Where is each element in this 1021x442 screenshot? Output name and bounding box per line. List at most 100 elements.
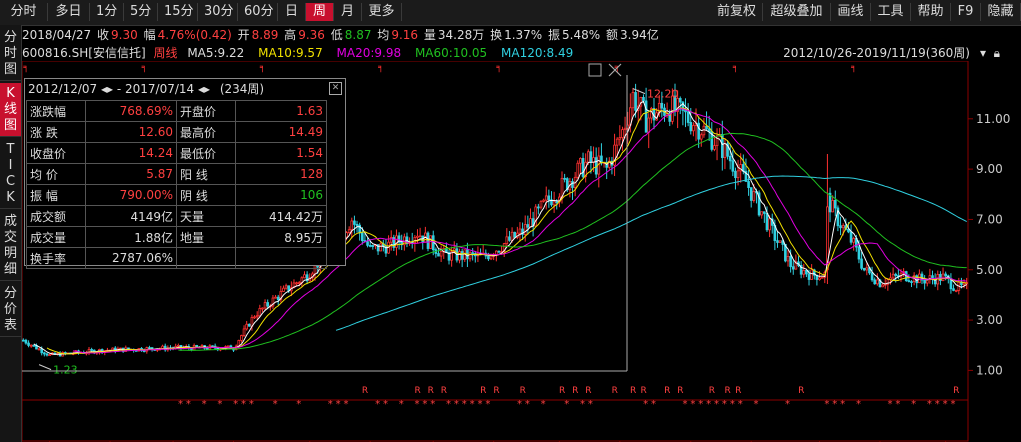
candle-body bbox=[684, 110, 687, 113]
stat-label: 最低价 bbox=[176, 142, 236, 164]
amp-value: 4.76%(0.42) bbox=[157, 28, 232, 42]
toolbar-right-btn-4[interactable]: 帮助 bbox=[911, 3, 951, 21]
period-label[interactable]: 周线 bbox=[153, 46, 177, 60]
toolbar-right-btn-2[interactable]: 画线 bbox=[831, 3, 871, 21]
signal-star: * bbox=[233, 399, 238, 410]
candle-body bbox=[24, 339, 28, 344]
candle-body bbox=[508, 236, 511, 241]
toolbar-btn-6[interactable]: 60分 bbox=[238, 3, 278, 21]
toolbar-btn-10[interactable]: 更多 bbox=[362, 3, 402, 21]
candle-body bbox=[589, 151, 593, 163]
toolbar-right-btn-1[interactable]: 超级叠加 bbox=[763, 3, 831, 21]
signal-r: R bbox=[428, 386, 434, 396]
candle-body bbox=[910, 281, 913, 283]
toolbar-right-btn-6[interactable]: 隐藏 bbox=[981, 3, 1021, 21]
side-tab-3[interactable]: 成交明细 bbox=[0, 211, 21, 281]
signal-r: R bbox=[572, 386, 578, 396]
stat-value: 1.88亿 bbox=[85, 226, 177, 248]
candle-body bbox=[529, 218, 532, 228]
candle-body bbox=[894, 273, 898, 276]
toolbar-btn-7[interactable]: 日 bbox=[278, 3, 306, 21]
candle-body bbox=[471, 252, 474, 255]
candle-body bbox=[523, 224, 527, 235]
ma-legend-line: 600816.SH[安信信托] 周线 MA5:9.22 MA10:9.57 MA… bbox=[22, 45, 1020, 61]
signal-star: * bbox=[249, 399, 254, 410]
date-range[interactable]: 2012/10/26-2019/11/19(360周) bbox=[783, 45, 970, 61]
candle-body bbox=[839, 225, 842, 229]
side-tab-0[interactable]: 分时图 bbox=[0, 27, 21, 81]
toolbar-btn-5[interactable]: 30分 bbox=[198, 3, 238, 21]
stats-range[interactable]: 2012/12/07 ◂▸ - 2017/07/14 ◂▸ bbox=[28, 82, 210, 96]
candle-body bbox=[526, 224, 530, 228]
signal-r: R bbox=[585, 386, 591, 396]
signal-star: * bbox=[485, 399, 490, 410]
toolbar-btn-3[interactable]: 5分 bbox=[124, 3, 158, 21]
candle-body bbox=[295, 282, 298, 285]
signal-star: * bbox=[895, 399, 900, 410]
candle-body bbox=[350, 220, 354, 231]
toolbar-btn-8[interactable]: 周 bbox=[306, 3, 334, 21]
candle-body bbox=[807, 273, 811, 280]
stat-value: 1.63 bbox=[235, 100, 327, 122]
signal-star: * bbox=[454, 399, 459, 410]
candle-body bbox=[29, 344, 33, 347]
top-marker: ╕ bbox=[732, 63, 738, 73]
candle-body bbox=[303, 274, 306, 279]
candle-body bbox=[537, 206, 540, 209]
candle-body bbox=[547, 195, 551, 201]
candle-body bbox=[615, 138, 619, 146]
signal-star: * bbox=[462, 399, 467, 410]
candle-body bbox=[713, 145, 716, 150]
toolbar-right-btn-3[interactable]: 工具 bbox=[871, 3, 911, 21]
toolbar-btn-4[interactable]: 15分 bbox=[158, 3, 198, 21]
interval-stats-panel: 2012/12/07 ◂▸ - 2017/07/14 ◂▸ (234周) ✕ 涨… bbox=[24, 78, 346, 269]
stat-label: 阳 线 bbox=[176, 163, 236, 185]
signal-star: * bbox=[202, 399, 207, 410]
candle-body bbox=[689, 122, 693, 132]
stat-label: 成交量 bbox=[26, 226, 86, 248]
toolbar-btn-9[interactable]: 月 bbox=[334, 3, 362, 21]
candle-body bbox=[195, 345, 199, 348]
candle-body bbox=[284, 285, 288, 289]
low-value: 8.87 bbox=[344, 28, 372, 42]
candle-body bbox=[226, 345, 230, 348]
candle-body bbox=[240, 335, 243, 341]
toolbar-right-btn-5[interactable]: F9 bbox=[951, 3, 981, 21]
swing-label: 振 bbox=[548, 28, 561, 42]
side-tab-4[interactable]: 分价表 bbox=[0, 283, 21, 337]
side-tab-1[interactable]: K线图 bbox=[0, 83, 21, 137]
candle-body bbox=[789, 255, 792, 268]
signal-star: * bbox=[414, 399, 419, 410]
stat-label: 开盘价 bbox=[176, 100, 236, 122]
range-dropdown-icon[interactable]: ▾ bbox=[980, 45, 986, 61]
toolbar-btn-2[interactable]: 1分 bbox=[90, 3, 124, 21]
signal-star: * bbox=[470, 399, 475, 410]
candle-body bbox=[460, 251, 464, 260]
candle-body bbox=[581, 158, 585, 177]
signal-r: R bbox=[630, 386, 636, 396]
candle-body bbox=[355, 224, 359, 226]
lock-icon[interactable]: 🔒︎ bbox=[994, 45, 1000, 61]
candle-body bbox=[368, 244, 372, 247]
close-icon[interactable]: ✕ bbox=[329, 82, 342, 95]
top-marker: ╕ bbox=[141, 63, 147, 73]
toolbar-btn-1[interactable]: 多日 bbox=[48, 3, 90, 21]
amp-label: 幅 bbox=[143, 28, 156, 42]
stats-weeks: (234周) bbox=[219, 82, 265, 96]
signal-star: * bbox=[541, 399, 546, 410]
signal-star: * bbox=[832, 399, 837, 410]
toolbar-right-btn-0[interactable]: 前复权 bbox=[711, 3, 763, 21]
candle-body bbox=[833, 200, 837, 209]
signal-star: * bbox=[217, 399, 222, 410]
toolbar-btn-0[interactable]: 分时 bbox=[0, 3, 48, 21]
candle-body bbox=[802, 270, 806, 275]
signal-r: R bbox=[559, 386, 565, 396]
candle-body bbox=[142, 350, 146, 353]
candle-body bbox=[647, 117, 651, 133]
stat-value: 128 bbox=[235, 163, 327, 185]
candle-body bbox=[505, 236, 509, 244]
signal-star: * bbox=[887, 399, 892, 410]
annotation-label: 12.20 bbox=[647, 88, 679, 101]
candle-body bbox=[776, 240, 779, 243]
side-tab-2[interactable]: TICK bbox=[0, 139, 21, 209]
